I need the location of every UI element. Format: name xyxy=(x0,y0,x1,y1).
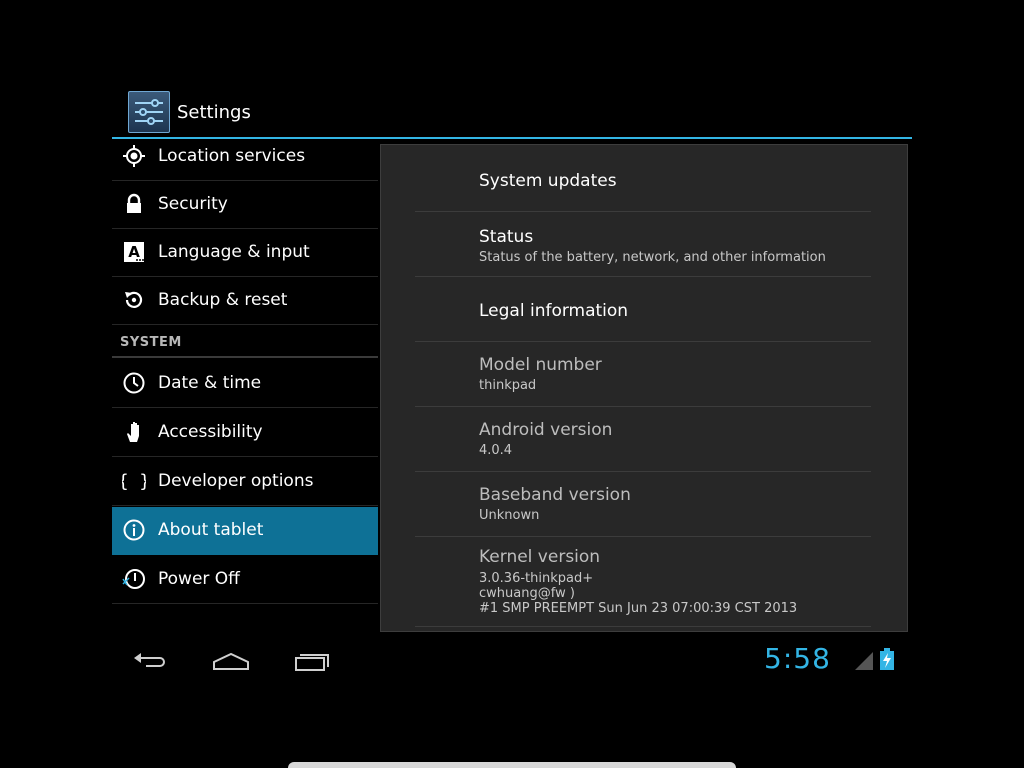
item-summary: 4.0.4 xyxy=(479,443,513,458)
sidebar-item-about-tablet[interactable]: About tablet xyxy=(112,507,378,555)
settings-category-list: Location services Security A Language & … xyxy=(112,139,378,609)
home-icon[interactable] xyxy=(212,650,250,674)
item-title: Android version xyxy=(479,420,613,440)
svg-text:{ }: { } xyxy=(122,471,146,492)
item-title: Kernel version xyxy=(479,547,601,567)
lock-icon xyxy=(122,192,146,216)
sidebar-item-label: Security xyxy=(158,194,228,214)
backup-icon xyxy=(122,288,146,312)
sidebar-item-label: Location services xyxy=(158,146,306,166)
about-tablet-pane: System updates Status Status of the batt… xyxy=(380,144,908,632)
svg-text:A: A xyxy=(128,243,140,261)
item-summary: Status of the battery, network, and othe… xyxy=(479,250,826,265)
sidebar-item-label: Language & input xyxy=(158,242,310,262)
list-item-model-number: Model number thinkpad xyxy=(415,342,871,407)
language-icon: A xyxy=(122,240,146,264)
sidebar-item-language-input[interactable]: A Language & input xyxy=(112,229,378,277)
section-header-system: SYSTEM xyxy=(112,328,378,358)
item-summary: thinkpad xyxy=(479,378,537,393)
hand-icon xyxy=(122,420,146,444)
sidebar-item-label: Power Off xyxy=(158,569,240,589)
sidebar-item-developer-options[interactable]: { } Developer options xyxy=(112,458,378,506)
list-item-baseband-version: Baseband version Unknown xyxy=(415,472,871,537)
no-signal-icon xyxy=(855,652,873,670)
battery-charging-icon xyxy=(879,648,895,670)
action-bar: Settings xyxy=(112,88,912,138)
sidebar-item-accessibility[interactable]: Accessibility xyxy=(112,409,378,457)
section-header-label: SYSTEM xyxy=(120,335,182,350)
sidebar-item-location-services[interactable]: Location services xyxy=(112,133,378,181)
info-icon xyxy=(122,518,146,542)
item-title: Status xyxy=(479,227,534,247)
sidebar-item-date-time[interactable]: Date & time xyxy=(112,360,378,408)
sidebar-item-label: Accessibility xyxy=(158,422,263,442)
braces-icon: { } xyxy=(118,469,151,493)
sidebar-item-label: Developer options xyxy=(158,471,314,491)
item-title: Baseband version xyxy=(479,485,631,505)
item-summary: 3.0.36-thinkpad+ cwhuang@fw ) #1 SMP PRE… xyxy=(479,571,798,616)
sidebar-item-security[interactable]: Security xyxy=(112,181,378,229)
sidebar-item-label: About tablet xyxy=(158,520,264,540)
app-title: Settings xyxy=(177,102,251,123)
sidebar-item-backup-reset[interactable]: Backup & reset xyxy=(112,277,378,325)
item-summary: Unknown xyxy=(479,508,540,523)
status-clock[interactable]: 5:58 xyxy=(764,642,831,675)
list-item-kernel-version: Kernel version 3.0.36-thinkpad+ cwhuang@… xyxy=(415,537,871,627)
back-icon[interactable] xyxy=(132,650,168,674)
sidebar-item-label: Backup & reset xyxy=(158,290,288,310)
item-title: Legal information xyxy=(479,301,629,321)
list-item-status[interactable]: Status Status of the battery, network, a… xyxy=(415,212,871,277)
list-item-legal-information[interactable]: Legal information xyxy=(415,277,871,342)
recent-apps-icon[interactable] xyxy=(294,650,332,674)
sidebar-item-power-off[interactable]: Power Off xyxy=(112,556,378,604)
list-item-android-version[interactable]: Android version 4.0.4 xyxy=(415,407,871,472)
list-item-system-updates[interactable]: System updates xyxy=(415,145,871,212)
location-icon xyxy=(122,144,146,168)
settings-sliders-icon[interactable] xyxy=(128,91,170,133)
navigation-bar: 5:58 xyxy=(112,640,912,684)
power-icon xyxy=(122,567,146,591)
clock-icon xyxy=(122,371,146,395)
sidebar-item-label: Date & time xyxy=(158,373,262,393)
bottom-edge-bar xyxy=(288,762,736,768)
item-title: Model number xyxy=(479,355,602,375)
item-title: System updates xyxy=(479,171,617,191)
